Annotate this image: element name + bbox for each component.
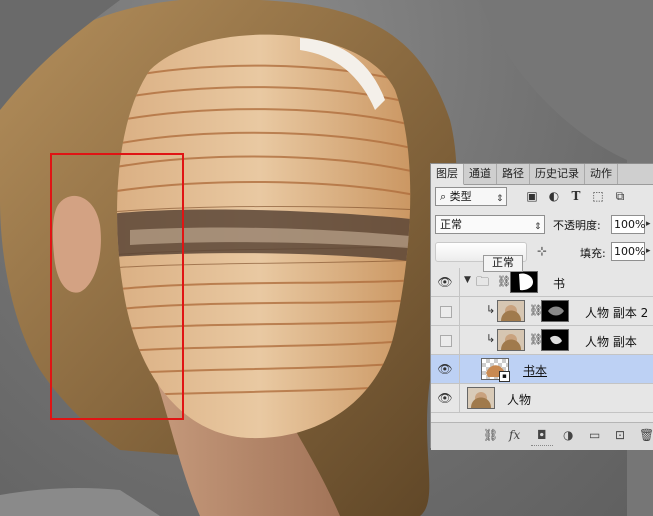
panel-tabs: 图层 通道 路径 历史记录 动作 xyxy=(431,164,653,185)
smart-object-badge-icon: ▪ xyxy=(499,371,510,382)
opacity-input[interactable]: 100% xyxy=(611,215,645,234)
adjustment-layer-icon[interactable]: ◑ xyxy=(563,428,573,442)
lock-icon[interactable]: ⊹ xyxy=(537,244,547,258)
add-mask-icon[interactable]: ◘ xyxy=(537,428,547,442)
chevron-updown-icon: ⇕ xyxy=(534,222,542,232)
tab-paths[interactable]: 路径 xyxy=(497,164,530,184)
layer-thumbnail[interactable] xyxy=(497,329,525,351)
opacity-label: 不透明度: xyxy=(553,219,601,232)
image-filter-icon[interactable]: ▣ xyxy=(523,188,541,204)
layer-name: 人物 副本 xyxy=(585,335,637,349)
kind-filter-select[interactable]: ⌕ 类型 ⇕ xyxy=(435,187,507,206)
expand-triangle-icon[interactable]: ▼ xyxy=(464,275,471,285)
blend-row: 正常 ⇕ 不透明度: 100% ▸ xyxy=(435,215,652,237)
layer-row-book-smart-object[interactable]: 👁 ▪ 书本 xyxy=(431,355,653,384)
layer-row-group-book[interactable]: 👁 ▼ 🗀 ⛓ 书 xyxy=(431,268,653,297)
layer-name: 人物 xyxy=(507,393,532,407)
type-filter-icon[interactable]: T xyxy=(567,188,585,204)
search-icon: ⌕ xyxy=(440,190,447,203)
link-layers-icon[interactable]: ⛓ xyxy=(483,428,498,442)
link-icon: ⛓ xyxy=(497,275,511,288)
blend-mode-value: 正常 xyxy=(440,218,462,231)
layer-row-person-copy-2[interactable]: ↳ ⛓ 人物 副本 2 xyxy=(431,297,653,326)
eye-icon[interactable]: 👁 xyxy=(437,361,453,377)
red-selection-rectangle xyxy=(50,153,184,420)
tab-history[interactable]: 历史记录 xyxy=(530,164,585,184)
layer-list: 👁 ▼ 🗀 ⛓ 书 ↳ ⛓ 人物 副本 2 ↳ ⛓ 人物 副本 👁 ▪ 书本 👁… xyxy=(431,268,653,413)
layer-mask-thumbnail[interactable] xyxy=(541,329,569,351)
blend-mode-select[interactable]: 正常 ⇕ xyxy=(435,215,545,234)
layer-name: 书本 xyxy=(523,364,548,378)
tab-layers[interactable]: 图层 xyxy=(431,164,464,185)
lock-row: ⊹ 填充: 100% ▸ xyxy=(435,242,652,264)
panel-bottom-bar: ⛓ fx ◘ ◑ ▭ ⊡ 🗑 xyxy=(431,422,653,450)
layer-thumbnail[interactable] xyxy=(497,300,525,322)
layer-name: 人物 副本 2 xyxy=(585,306,649,320)
kind-filter-label: 类型 xyxy=(449,190,472,203)
tab-channels[interactable]: 通道 xyxy=(464,164,497,184)
visibility-off-box[interactable] xyxy=(440,335,452,347)
eye-icon[interactable]: 👁 xyxy=(437,274,453,290)
layer-mask-thumbnail[interactable] xyxy=(541,300,569,322)
filter-row: ⌕ 类型 ⇕ ▣ ◐ T ⬚ ⧉ xyxy=(435,187,650,209)
layer-row-person[interactable]: 👁 人物 xyxy=(431,384,653,413)
new-group-icon[interactable]: ▭ xyxy=(589,428,600,442)
visibility-off-box[interactable] xyxy=(440,306,452,318)
layer-name: 书 xyxy=(553,277,566,291)
new-layer-icon[interactable]: ⊡ xyxy=(615,428,625,442)
fill-dropdown-icon[interactable]: ▸ xyxy=(646,246,651,256)
fill-label: 填充: xyxy=(580,247,606,260)
layer-row-person-copy[interactable]: ↳ ⛓ 人物 副本 xyxy=(431,326,653,355)
fx-icon[interactable]: fx xyxy=(509,428,520,442)
folder-icon: 🗀 xyxy=(476,275,490,290)
shape-filter-icon[interactable]: ⬚ xyxy=(589,188,607,204)
chevron-updown-icon: ⇕ xyxy=(496,194,504,204)
clipping-arrow-icon: ↳ xyxy=(486,303,496,316)
resize-grip[interactable] xyxy=(531,445,553,449)
eye-icon[interactable]: 👁 xyxy=(437,390,453,406)
filter-icons: ▣ ◐ T ⬚ ⧉ xyxy=(523,188,633,204)
clipping-arrow-icon: ↳ xyxy=(486,332,496,345)
layer-mask-thumbnail[interactable] xyxy=(510,271,538,293)
delete-icon[interactable]: 🗑 xyxy=(639,428,653,442)
adjustment-filter-icon[interactable]: ◐ xyxy=(545,188,563,204)
layer-thumbnail[interactable] xyxy=(467,387,495,409)
tab-actions[interactable]: 动作 xyxy=(585,164,618,184)
blend-tooltip: 正常 xyxy=(483,255,523,272)
smart-object-filter-icon[interactable]: ⧉ xyxy=(611,188,629,204)
opacity-dropdown-icon[interactable]: ▸ xyxy=(646,219,651,229)
layers-panel: 图层 通道 路径 历史记录 动作 ⌕ 类型 ⇕ ▣ ◐ T ⬚ ⧉ 正常 ⇕ 不… xyxy=(430,163,653,450)
fill-input[interactable]: 100% xyxy=(611,242,645,261)
